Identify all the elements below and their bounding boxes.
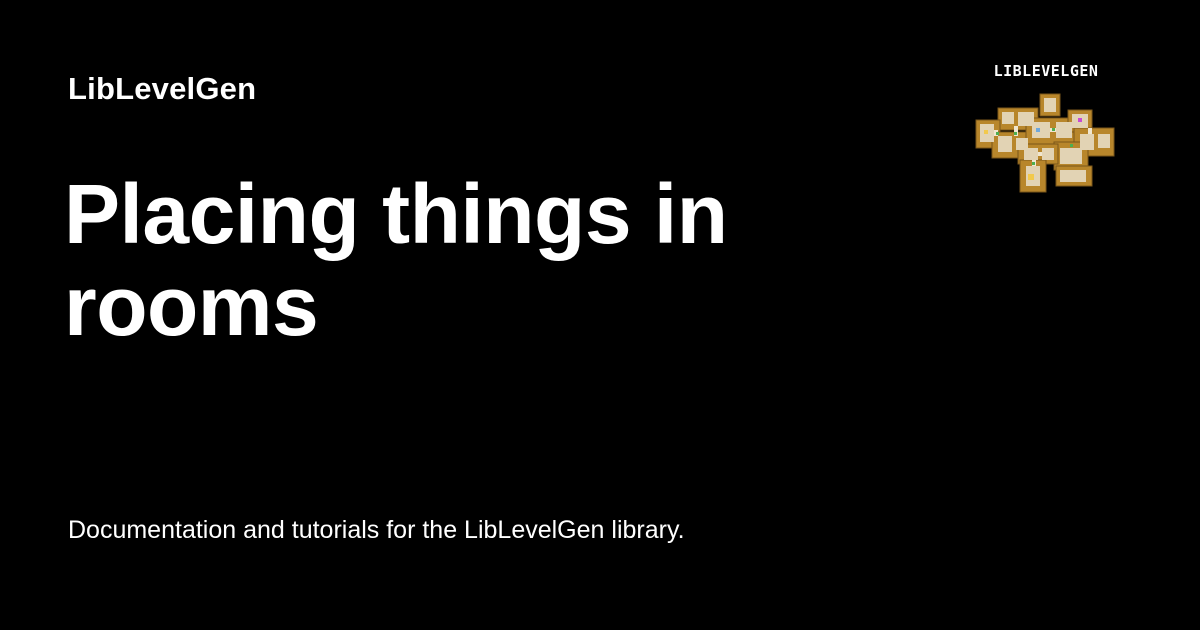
logo-wordmark: LIBLEVELGEN [993, 62, 1099, 80]
page-description: Documentation and tutorials for the LibL… [68, 516, 685, 544]
dungeon-map-icon [975, 93, 1115, 193]
site-name: LibLevelGen [68, 71, 257, 106]
social-card: LibLevelGen Placing things in rooms Docu… [0, 0, 1200, 630]
liblevelgen-logo: LIBLEVELGEN [970, 62, 1120, 198]
page-title: Placing things in rooms [64, 167, 728, 353]
